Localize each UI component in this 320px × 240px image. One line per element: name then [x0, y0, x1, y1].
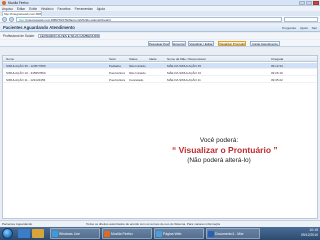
task-web-page[interactable]: Página Web	[154, 228, 204, 239]
menu-ajuda[interactable]: Ajuda	[97, 7, 105, 11]
cell-mae: MÃE DA SIMULAÇÃO 35	[167, 64, 202, 68]
link-ajuda[interactable]: Ajuda	[300, 26, 308, 30]
url-prefix: http://	[19, 17, 27, 22]
system-clock[interactable]: 10:15 09/12/2010	[284, 228, 318, 239]
filter-label: Profissional de Saúde:	[3, 34, 35, 38]
word-icon	[208, 231, 214, 237]
cell-chegada: 09:12:34	[271, 64, 283, 68]
cell-nome: SIMULAÇÃO 11 - 123123456	[6, 78, 46, 82]
navigation-bar: http://integracaosb.com:8080/TESTE/flapp…	[0, 16, 320, 23]
task-label: Página Web	[163, 232, 182, 236]
callout-line-3: (Não poderá alterá-lo)	[187, 157, 251, 164]
cell-mae: MÃE DA SIMULAÇÃO 10	[167, 71, 202, 75]
menu-ferramentas[interactable]: Ferramentas	[75, 7, 93, 11]
ie-icon[interactable]	[18, 229, 30, 238]
menu-favoritos[interactable]: Favoritos	[58, 7, 71, 11]
header-links: Perguntas Ajuda Sair	[282, 26, 320, 30]
status-center: Todos os direitos autorizados de acordo …	[86, 222, 220, 226]
close-window-button[interactable]	[313, 0, 319, 5]
start-button[interactable]	[2, 228, 13, 239]
start-care-button[interactable]: Iniciar Atendimento	[250, 41, 280, 46]
patients-table: Nome Setor Status Idade Nome da Mãe / Re…	[2, 55, 318, 219]
link-sair[interactable]: Sair	[312, 26, 317, 30]
cell-mae: MÃE DA SIMULAÇÃO 11	[167, 78, 201, 82]
folder-icon[interactable]	[32, 229, 44, 238]
menu-editar[interactable]: Editar	[17, 7, 25, 11]
cell-chegada: 09:26:19	[271, 71, 283, 75]
search-input[interactable]	[284, 16, 318, 22]
col-nome[interactable]: Nome	[6, 57, 14, 61]
menu-exibir[interactable]: Exibir	[29, 7, 37, 11]
action-bar: Pesquisar Pacientes Encerrar Visualizar …	[0, 40, 320, 47]
task-label: Documento1 - Micr	[215, 232, 244, 236]
view-record-button[interactable]: Visualizar Prontuário	[218, 41, 246, 46]
col-setor[interactable]: Setor	[109, 57, 116, 61]
col-mae[interactable]: Nome da Mãe / Responsável	[167, 57, 206, 61]
task-firefox[interactable]: Mozilla Firefox	[102, 228, 152, 239]
task-label: Windows Live	[59, 232, 80, 236]
status-left: Pacientes Aguardando	[2, 222, 33, 226]
firefox-icon	[2, 0, 6, 5]
table-header: Nome Setor Status Idade Nome da Mãe / Re…	[3, 56, 317, 62]
table-row[interactable]: SIMULAÇÃO 10 - 345957890 Puericultura Nã…	[3, 70, 317, 76]
filter-bar: Profissional de Saúde: LEONARDO ALVES E …	[0, 33, 320, 39]
cell-chegada: 09:35:22	[271, 78, 283, 82]
browser-icon	[156, 231, 162, 237]
status-bar: Pacientes Aguardando Todos os direitos a…	[0, 220, 320, 226]
firefox-icon	[104, 231, 110, 237]
windows-live-icon	[52, 231, 58, 237]
maximize-button[interactable]	[306, 0, 312, 5]
menu-arquivo[interactable]: Arquivo	[2, 7, 13, 11]
address-bar[interactable]: http://integracaosb.com:8080/TESTE/flapp…	[16, 16, 282, 22]
cell-status: Não Iniciado	[129, 64, 146, 68]
taskbar: Windows Live Mozilla Firefox Página Web …	[0, 227, 320, 240]
back-icon[interactable]	[2, 16, 7, 22]
col-chegada[interactable]: Chegada	[271, 57, 283, 61]
clock-date: 09/12/2010	[301, 233, 318, 237]
window-controls	[299, 0, 320, 5]
task-word-document[interactable]: Documento1 - Micr	[206, 228, 260, 239]
cell-nome: SIMULAÇÃO 35 - 123577680	[6, 64, 46, 68]
col-idade[interactable]: Idade	[149, 57, 157, 61]
callout-line-1: Você poderá:	[199, 137, 239, 144]
search-patients-button[interactable]: Pesquisar Pacientes	[148, 41, 170, 46]
view-edit-button[interactable]: Visualizar / Editar	[188, 41, 214, 46]
url-rest: integracaosb.com:8080/TESTE/flapp.ctsMS(…	[26, 17, 112, 22]
cell-status: Cancelado	[129, 78, 144, 82]
task-label: Mozilla Firefox	[111, 232, 133, 236]
col-status[interactable]: Status	[129, 57, 138, 61]
app-header: Pacientes Aguardando Atendimento Pergunt…	[0, 24, 320, 32]
cell-nome: SIMULAÇÃO 10 - 345957890	[6, 71, 46, 75]
cell-setor: Puericultura	[109, 71, 126, 75]
table-row[interactable]: SIMULAÇÃO 11 - 123123456 Puericultura Ca…	[3, 77, 317, 83]
cell-status: Não Iniciado	[129, 71, 146, 75]
window-title: Mozilla Firefox	[8, 0, 29, 5]
info-callout: Você poderá: “ Visualizar o Prontuário ”…	[172, 136, 278, 172]
table-row[interactable]: SIMULAÇÃO 35 - 123577680 Pediatria Não I…	[3, 63, 317, 69]
menu-historico[interactable]: Histórico	[41, 7, 53, 11]
close-button[interactable]: Encerrar	[172, 41, 186, 46]
task-windows-live[interactable]: Windows Live	[50, 228, 100, 239]
forward-icon[interactable]	[9, 16, 14, 22]
cell-setor: Puericultura	[109, 78, 126, 82]
minimize-button[interactable]	[299, 0, 305, 5]
link-perguntas[interactable]: Perguntas	[282, 26, 296, 30]
professional-select[interactable]: LEONARDO ALVES E SILVA CAMBHOURNE	[37, 34, 100, 38]
cell-setor: Pediatria	[109, 64, 121, 68]
page-title: Pacientes Aguardando Atendimento	[3, 25, 75, 30]
callout-line-2: “ Visualizar o Prontuário ”	[172, 145, 278, 155]
